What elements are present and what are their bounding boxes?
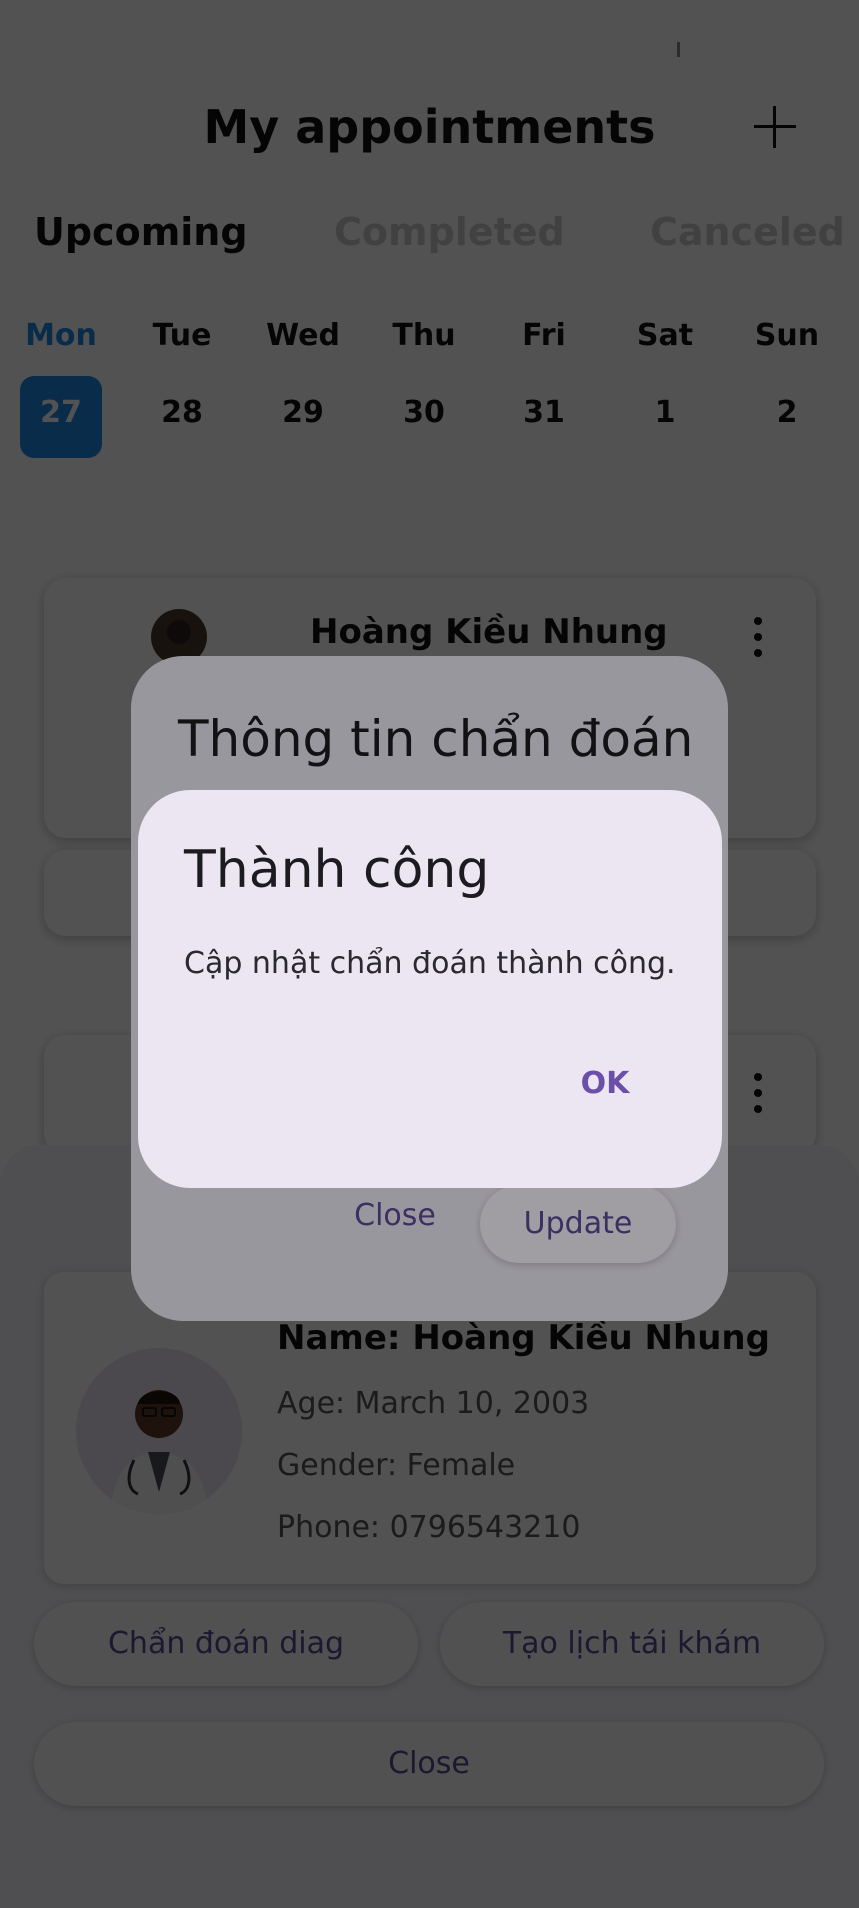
success-dialog-message: Cập nhật chẩn đoán thành công. [184, 946, 676, 981]
success-ok-button[interactable]: OK [570, 1066, 640, 1110]
success-dialog-title: Thành công [184, 840, 490, 900]
